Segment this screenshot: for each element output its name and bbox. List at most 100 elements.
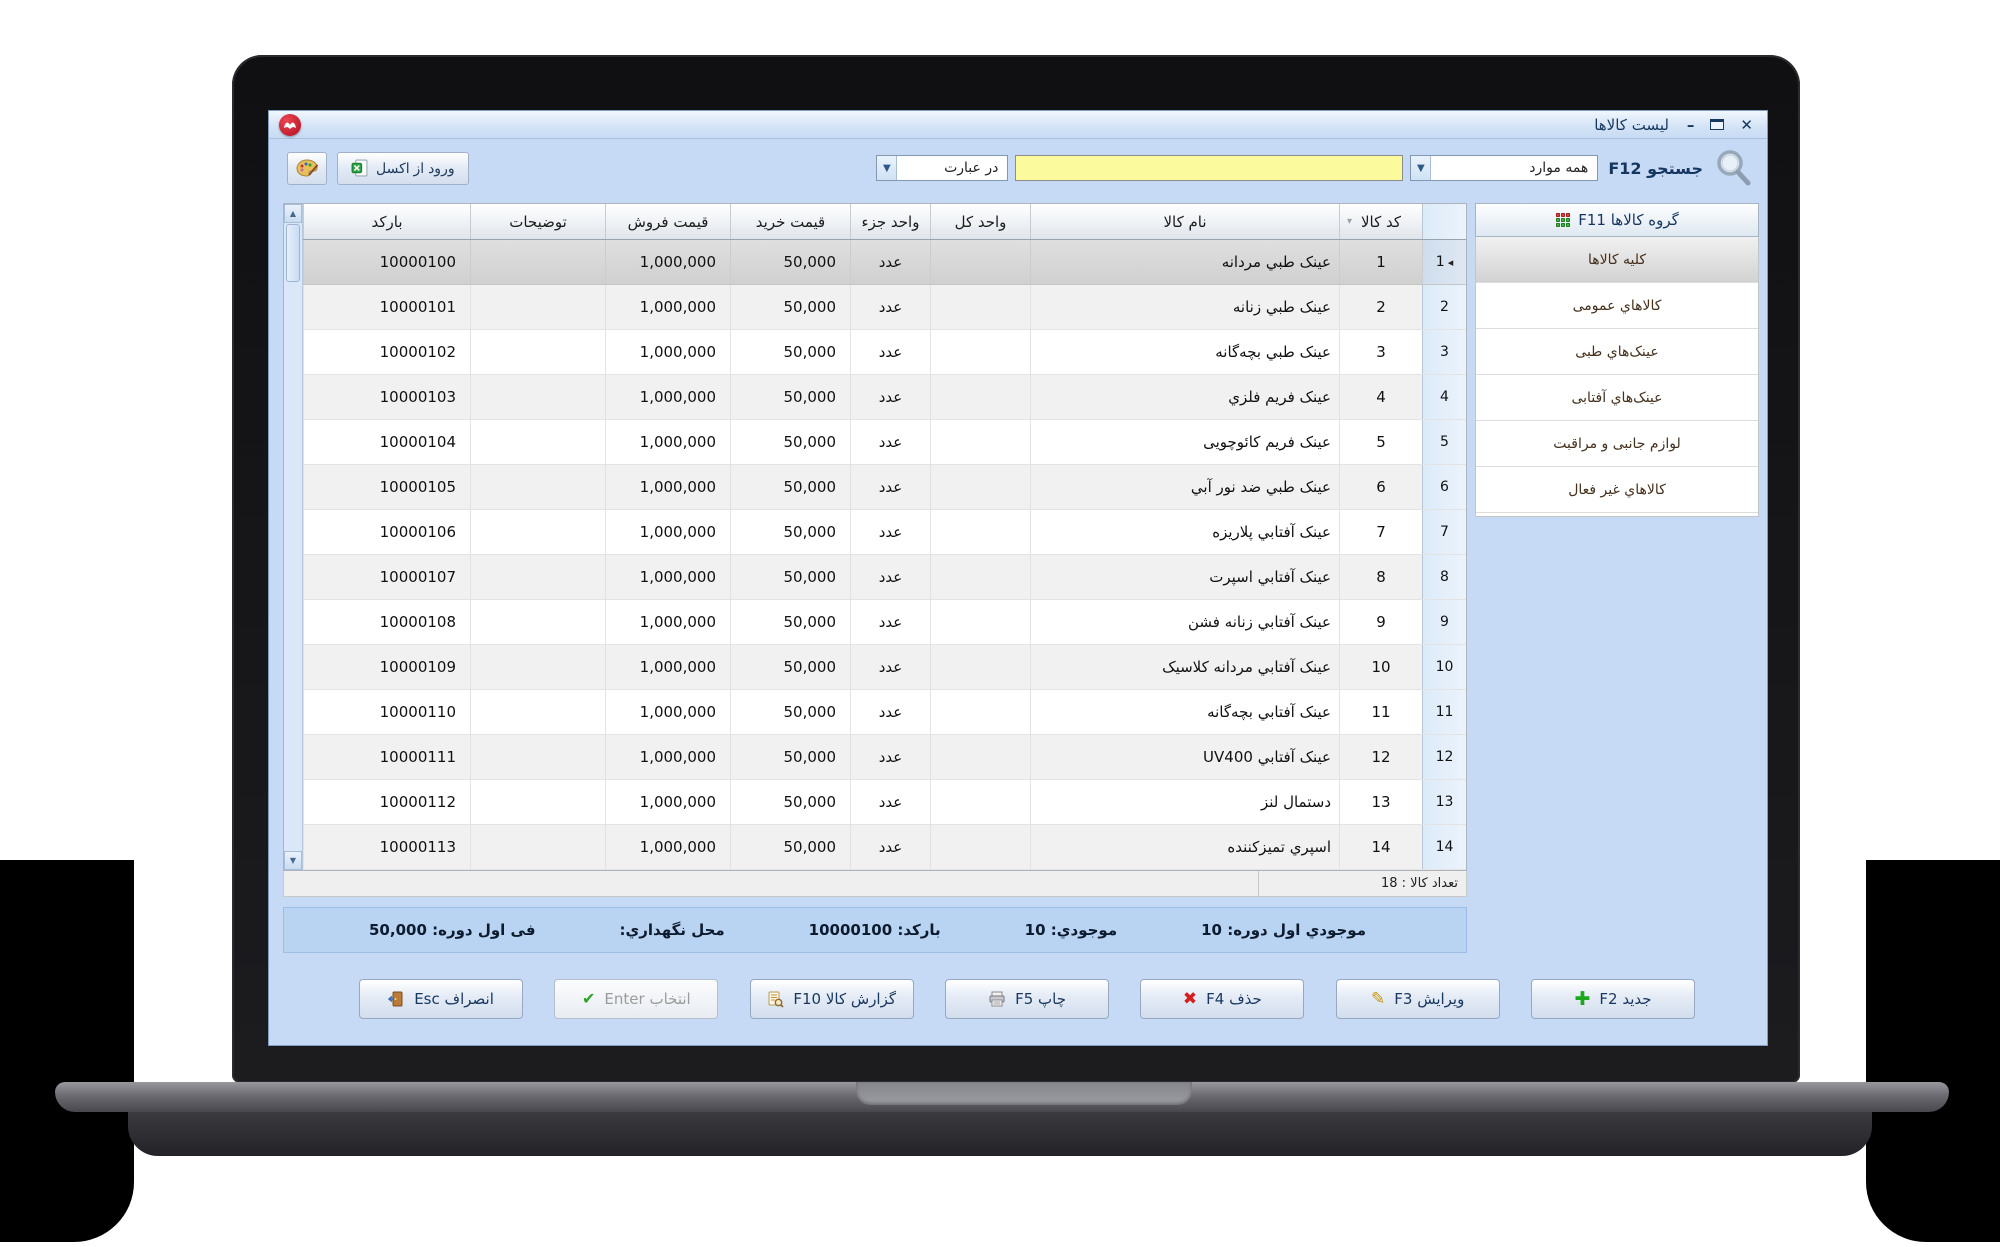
cell-name: اسپري تمیزکننده xyxy=(1030,825,1339,869)
scroll-thumb[interactable] xyxy=(286,224,300,282)
table-row[interactable]: 12 12 عینک آفتابي UV400 عدد 50,000 1,000,000 1… xyxy=(303,735,1466,780)
column-header-sell[interactable]: قیمت فروش xyxy=(605,204,730,239)
minimize-button[interactable]: – xyxy=(1687,116,1695,134)
cell-sell: 1,000,000 xyxy=(605,645,730,689)
column-header-buy[interactable]: قیمت خرید xyxy=(730,204,850,239)
cell-unit_sub: عدد xyxy=(850,420,930,464)
cell-num: 2 xyxy=(1422,285,1466,329)
chevron-down-icon[interactable]: ▼ xyxy=(1411,156,1432,180)
restore-icon[interactable] xyxy=(1710,119,1725,130)
table-row[interactable]: 11 11 عینک آفتابي بچه‌گانه عدد 50,000 1,000,0… xyxy=(303,690,1466,735)
table-row[interactable]: 2 2 عینک طبي زنانه عدد 50,000 1,000,000 100001… xyxy=(303,285,1466,330)
sidebar-item[interactable]: عینک‌هاي آفتابی xyxy=(1476,375,1758,421)
edit-button[interactable]: ویرایش F3 ✎ xyxy=(1335,979,1500,1019)
grid-wrap: ▲ ▼ ▾ کد کالا نام کالا واحد کل واحد جزء قیمت … xyxy=(283,203,1467,871)
sidebar-item[interactable]: کلیه کالاها xyxy=(1476,237,1758,283)
cell-unit_main xyxy=(930,285,1030,329)
sidebar-item[interactable]: کالاهاي عمومی xyxy=(1476,283,1758,329)
column-header-notes[interactable]: توضیحات xyxy=(470,204,605,239)
cell-name: عینک طبي ضد نور آبي xyxy=(1030,465,1339,509)
table-row[interactable]: 8 8 عینک آفتابي اسپرت عدد 50,000 1,000,000 100… xyxy=(303,555,1466,600)
close-icon[interactable]: ✕ xyxy=(1740,116,1753,134)
cell-name: عینک طبي بچه‌گانه xyxy=(1030,330,1339,374)
table-row[interactable]: 9 9 عینک آفتابي زنانه فشن عدد 50,000 1,000,00… xyxy=(303,600,1466,645)
selected-item-infobar: موجودي اول دوره: 10 موجودي: 10 بارکد: 1000… xyxy=(283,907,1467,953)
print-button-label: چاپ F5 xyxy=(1015,990,1066,1008)
scroll-down-icon[interactable]: ▼ xyxy=(284,851,302,870)
print-button[interactable]: چاپ F5 xyxy=(945,979,1110,1019)
cell-buy: 50,000 xyxy=(730,420,850,464)
table-row[interactable]: ◂ 1 1 عینک طبي مردانه عدد 50,000 1,000,000 1000… xyxy=(303,240,1466,285)
cell-sell: 1,000,000 xyxy=(605,510,730,554)
new-button-label: جدید F2 xyxy=(1599,990,1652,1008)
cell-notes xyxy=(470,690,605,734)
table-row[interactable]: 13 13 دستمال لنز عدد 50,000 1,000,000 10000112 xyxy=(303,780,1466,825)
search-mode-dropdown[interactable]: در عبارت ▼ xyxy=(876,155,1009,181)
column-header-barcode[interactable]: بارکد xyxy=(303,204,470,239)
infobar-item: فی اول دوره: 50,000 xyxy=(369,921,536,939)
theme-palette-button[interactable] xyxy=(287,151,327,185)
search-input[interactable] xyxy=(1015,155,1404,181)
edit-button-label: ویرایش F3 xyxy=(1394,990,1465,1008)
cell-code: 9 xyxy=(1339,600,1422,644)
import-excel-button[interactable]: ورود از اکسل xyxy=(337,151,469,185)
sidebar-item[interactable]: عینک‌هاي طبی xyxy=(1476,329,1758,375)
cell-sell: 1,000,000 xyxy=(605,780,730,824)
cell-code: 13 xyxy=(1339,780,1422,824)
door-icon xyxy=(388,991,405,1007)
table-row[interactable]: 4 4 عینک فریم فلزي عدد 50,000 1,000,000 100001… xyxy=(303,375,1466,420)
cell-barcode: 10000112 xyxy=(303,780,470,824)
table-row[interactable]: 7 7 عینک آفتابي پلاریزه عدد 50,000 1,000,000 1… xyxy=(303,510,1466,555)
cell-unit_main xyxy=(930,735,1030,779)
cell-unit_main xyxy=(930,465,1030,509)
cell-name: عینک فریم فلزي xyxy=(1030,375,1339,419)
cancel-button[interactable]: انصراف Esc xyxy=(359,979,524,1019)
sidebar-item[interactable]: لوازم جانبی و مراقبت xyxy=(1476,421,1758,467)
cell-sell: 1,000,000 xyxy=(605,285,730,329)
table-row[interactable]: 14 14 اسپري تمیزکننده عدد 50,000 1,000,000 100… xyxy=(303,825,1466,870)
cell-notes xyxy=(470,375,605,419)
cell-barcode: 10000109 xyxy=(303,645,470,689)
cell-barcode: 10000100 xyxy=(303,240,470,284)
scroll-track[interactable] xyxy=(284,283,302,851)
cell-unit_main xyxy=(930,375,1030,419)
cell-notes xyxy=(470,735,605,779)
products-grid: ▾ کد کالا نام کالا واحد کل واحد جزء قیمت خرید… xyxy=(303,204,1466,870)
report-button[interactable]: گزارش کالا F10 xyxy=(749,979,914,1019)
column-header-code[interactable]: ▾ کد کالا xyxy=(1339,204,1422,239)
column-header-unit_main[interactable]: واحد کل xyxy=(930,204,1030,239)
cancel-button-label: انصراف Esc xyxy=(414,990,494,1008)
printer-icon xyxy=(988,991,1006,1007)
infobar-item: موجودي: 10 xyxy=(1024,921,1118,939)
cell-notes xyxy=(470,285,605,329)
sort-icon: ▾ xyxy=(1347,216,1353,227)
cell-name: عینک آفتابي اسپرت xyxy=(1030,555,1339,599)
cell-buy: 50,000 xyxy=(730,240,850,284)
scroll-up-icon[interactable]: ▲ xyxy=(284,204,302,223)
search-icon xyxy=(1713,147,1755,189)
title-bar: لیست کالاها – ✕ xyxy=(269,111,1767,139)
search-scope-dropdown[interactable]: همه موارد ▼ xyxy=(1410,155,1599,181)
column-header-unit_sub[interactable]: واحد جزء xyxy=(850,204,930,239)
groups-header[interactable]: گروه کالاها F11 xyxy=(1475,203,1759,237)
search-scope-value: همه موارد xyxy=(1529,160,1589,176)
table-row[interactable]: 3 3 عینک طبي بچه‌گانه عدد 50,000 1,000,000 100… xyxy=(303,330,1466,375)
chevron-down-icon[interactable]: ▼ xyxy=(877,156,898,180)
table-row[interactable]: 10 10 عینک آفتابي مردانه کلاسیک عدد 50,000 1,… xyxy=(303,645,1466,690)
cell-buy: 50,000 xyxy=(730,780,850,824)
cell-buy: 50,000 xyxy=(730,555,850,599)
delete-button[interactable]: حذف F4 ✖ xyxy=(1140,979,1305,1019)
report-icon xyxy=(767,991,784,1008)
cell-sell: 1,000,000 xyxy=(605,690,730,734)
cell-barcode: 10000103 xyxy=(303,375,470,419)
table-row[interactable]: 6 6 عینک طبي ضد نور آبي عدد 50,000 1,000,000 1… xyxy=(303,465,1466,510)
infobar-item: بارکد: 10000100 xyxy=(808,921,941,939)
column-header-name[interactable]: نام کالا xyxy=(1030,204,1339,239)
cell-buy: 50,000 xyxy=(730,600,850,644)
sidebar-item[interactable]: کالاهاي غیر فعال xyxy=(1476,467,1758,513)
table-row[interactable]: 5 5 عینک فریم کائوچویی عدد 50,000 1,000,000 10… xyxy=(303,420,1466,465)
search-mode-value: در عبارت xyxy=(944,160,999,176)
cell-unit_main xyxy=(930,240,1030,284)
new-button[interactable]: جدید F2 ✚ xyxy=(1531,979,1695,1019)
vertical-scrollbar[interactable]: ▲ ▼ xyxy=(284,204,303,870)
